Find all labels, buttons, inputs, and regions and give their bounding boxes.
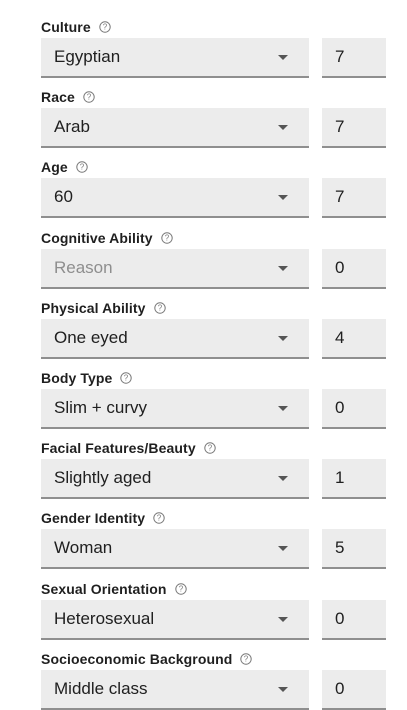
svg-text:?: ? bbox=[80, 163, 85, 172]
field-sexual-orientation: Sexual Orientation ? Heterosexual 0 bbox=[0, 562, 407, 640]
field-label: Cognitive Ability bbox=[41, 229, 153, 246]
dropdown-arrow-icon bbox=[278, 546, 288, 552]
select-value: Egyptian bbox=[54, 47, 121, 66]
label-row: Race ? bbox=[41, 87, 95, 107]
select-value: Slim + curvy bbox=[54, 397, 148, 417]
help-icon[interactable]: ? bbox=[174, 582, 187, 595]
label-row: Facial Features/Beauty ? bbox=[41, 438, 216, 458]
help-icon[interactable]: ? bbox=[204, 442, 216, 454]
label-row: Socioeconomic Background ? bbox=[41, 649, 253, 669]
dropdown-arrow-icon bbox=[278, 616, 288, 622]
weight-value: 7 bbox=[335, 187, 345, 207]
label-row: Sexual Orientation ? bbox=[41, 579, 187, 599]
label-row: Body Type ? bbox=[41, 368, 133, 388]
help-icon[interactable]: ? bbox=[153, 512, 165, 525]
svg-text:?: ? bbox=[207, 444, 212, 453]
help-icon[interactable]: ? bbox=[153, 302, 166, 314]
field-body-type: Body Type ? Slim + curvy 0 bbox=[0, 351, 407, 429]
select-value: Heterosexual bbox=[54, 608, 155, 628]
weight-value: 4 bbox=[335, 327, 345, 347]
dropdown-arrow-icon bbox=[278, 686, 288, 692]
field-label: Body Type bbox=[41, 369, 113, 386]
svg-text:?: ? bbox=[157, 303, 162, 312]
field-cognitive-ability: Cognitive Ability ? Reason 0 bbox=[0, 211, 407, 289]
weight-value: 7 bbox=[335, 47, 345, 66]
svg-text:?: ? bbox=[244, 654, 249, 663]
svg-text:?: ? bbox=[87, 93, 92, 102]
field-label: Culture bbox=[41, 19, 91, 35]
label-row: Physical Ability ? bbox=[41, 298, 166, 318]
label-row: Cognitive Ability ? bbox=[41, 228, 173, 248]
svg-text:?: ? bbox=[102, 23, 107, 32]
field-label: Gender Identity bbox=[41, 510, 146, 527]
svg-text:?: ? bbox=[178, 584, 183, 593]
label-row: Age ? bbox=[41, 157, 88, 177]
help-icon[interactable]: ? bbox=[76, 161, 88, 174]
dropdown-arrow-icon bbox=[278, 405, 288, 411]
select-value: Middle class bbox=[54, 678, 148, 698]
field-label: Sexual Orientation bbox=[41, 580, 167, 597]
help-icon[interactable]: ? bbox=[120, 372, 133, 384]
svg-text:?: ? bbox=[164, 233, 169, 242]
field-socioeconomic-background: Socioeconomic Background ? Middle class … bbox=[0, 632, 407, 710]
weight-value: 0 bbox=[335, 608, 345, 628]
dropdown-arrow-icon bbox=[278, 335, 288, 341]
socioeconomic-background-select[interactable]: Middle class bbox=[41, 669, 309, 710]
dropdown-arrow-icon bbox=[278, 265, 288, 271]
weight-value: 1 bbox=[335, 468, 345, 488]
field-culture: Culture ? Egyptian 7 bbox=[0, 0, 407, 78]
help-icon[interactable]: ? bbox=[83, 91, 95, 103]
field-label: Race bbox=[41, 89, 75, 106]
field-label: Age bbox=[41, 159, 68, 176]
label-row: Culture ? bbox=[41, 17, 111, 37]
select-value: Woman bbox=[54, 538, 113, 558]
field-label: Physical Ability bbox=[41, 299, 146, 316]
field-physical-ability: Physical Ability ? One eyed 4 bbox=[0, 281, 407, 359]
dropdown-arrow-icon bbox=[278, 195, 288, 201]
socioeconomic-background-weight-input[interactable]: 0 bbox=[322, 669, 386, 710]
help-icon[interactable]: ? bbox=[160, 231, 173, 244]
dropdown-arrow-icon bbox=[278, 476, 288, 482]
select-placeholder: Reason bbox=[54, 257, 113, 277]
help-icon[interactable]: ? bbox=[240, 652, 253, 665]
weight-value: 5 bbox=[335, 538, 345, 558]
weight-value: 0 bbox=[335, 257, 345, 277]
field-label: Facial Features/Beauty bbox=[41, 440, 196, 457]
svg-text:?: ? bbox=[157, 514, 162, 523]
help-icon[interactable]: ? bbox=[99, 21, 111, 33]
field-facial-features: Facial Features/Beauty ? Slightly aged 1 bbox=[0, 421, 407, 500]
select-value: One eyed bbox=[54, 327, 128, 347]
field-race: Race ? Arab 7 bbox=[0, 70, 407, 149]
dropdown-arrow-icon bbox=[278, 125, 288, 131]
weight-value: 0 bbox=[335, 397, 345, 417]
weight-value: 0 bbox=[335, 678, 345, 698]
field-gender-identity: Gender Identity ? Woman 5 bbox=[0, 491, 407, 570]
attribute-form: Culture ? Egyptian 7 Race ? Arab 7 Age ?… bbox=[0, 0, 407, 710]
select-value: Slightly aged bbox=[54, 468, 152, 488]
svg-text:?: ? bbox=[124, 374, 129, 383]
select-value: 60 bbox=[54, 187, 73, 207]
field-age: Age ? 60 7 bbox=[0, 140, 407, 219]
weight-value: 7 bbox=[335, 117, 345, 137]
field-label: Socioeconomic Background bbox=[41, 650, 233, 667]
select-value: Arab bbox=[54, 117, 90, 137]
dropdown-arrow-icon bbox=[278, 55, 288, 60]
label-row: Gender Identity ? bbox=[41, 508, 165, 528]
